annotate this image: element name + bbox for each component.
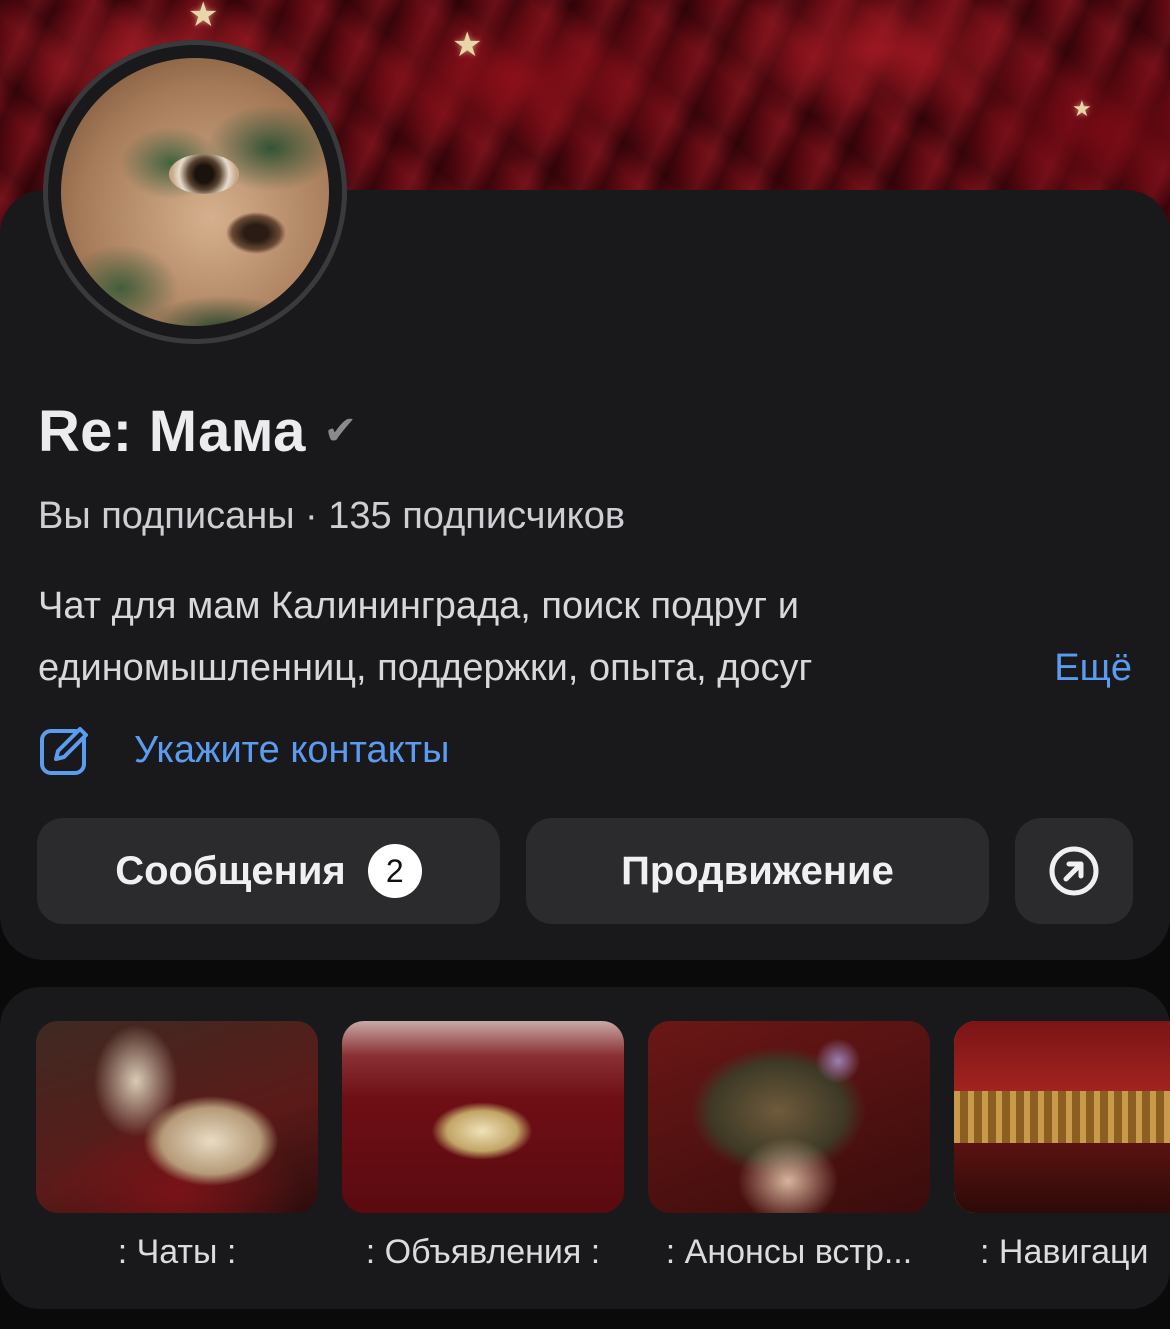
description-line-2: единомышленниц, поддержки, опыта, досуг [38,647,813,689]
messages-button[interactable]: Сообщения 2 [37,818,500,924]
edit-icon [40,727,88,775]
album-thumbnail [342,1021,624,1213]
messages-label: Сообщения [115,848,346,893]
title-row: Re: Мама ✔ [38,398,358,464]
star-decoration: ★ [188,0,219,34]
add-contacts-link[interactable]: Укажите контакты [38,720,449,780]
promotion-label: Продвижение [621,848,894,893]
avatar-eye [169,154,239,194]
subscription-status[interactable]: Вы подписаны · 135 подписчиков [38,495,625,538]
star-decoration: ★ [452,26,483,64]
community-description: Чат для мам Калининграда, поиск подруг и… [38,575,1138,699]
avatar[interactable] [61,58,329,326]
album-label: : Объявления : [365,1233,601,1271]
album-label: : Чаты : [117,1233,237,1271]
messages-badge: 2 [367,844,422,898]
album-item[interactable]: : Анонсы встр... [648,1021,930,1272]
star-decoration: ★ [1072,96,1092,121]
check-icon: ✔ [323,409,358,453]
album-label: : Анонсы встр... [665,1233,913,1271]
add-contacts-label: Укажите контакты [134,728,450,771]
album-label: : Навигаци [980,1233,1149,1271]
description-line-1: Чат для мам Калининграда, поиск подруг и [38,585,799,627]
album-item[interactable]: : Объявления : [342,1021,624,1272]
more-link[interactable]: Ещё [1004,637,1132,699]
share-button[interactable] [1015,818,1133,924]
album-item[interactable]: : Чаты : [36,1021,318,1272]
album-item[interactable]: : Навигаци [954,1021,1170,1272]
arrow-up-right-circle-icon [1049,846,1099,896]
albums-strip: : Чаты : : Объявления : : Анонсы встр...… [0,987,1170,1309]
album-thumbnail [648,1021,930,1213]
promotion-button[interactable]: Продвижение [526,818,989,924]
album-thumbnail [36,1021,318,1213]
description-line-2-wrap: единомышленниц, поддержки, опыта, досуг … [38,637,1138,699]
page-title: Re: Мама [38,398,306,464]
album-thumbnail [954,1021,1170,1213]
